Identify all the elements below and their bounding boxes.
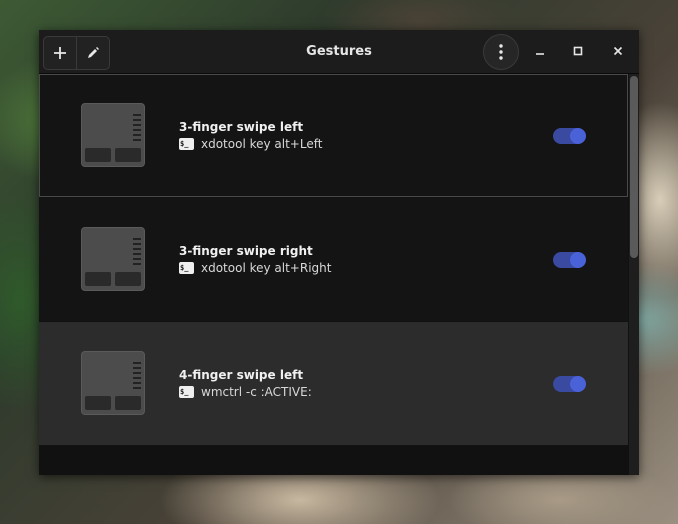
maximize-button[interactable]: [567, 40, 589, 62]
gesture-command-text: xdotool key alt+Right: [201, 261, 332, 275]
gesture-command: $_ xdotool key alt+Left: [179, 137, 322, 151]
headerbar: Gestures: [39, 30, 639, 74]
gesture-enabled-toggle[interactable]: [553, 128, 586, 144]
gesture-row-4-finger-swipe-left[interactable]: 4-finger swipe left $_ wmctrl -c :ACTIVE…: [39, 322, 628, 445]
gesture-command: $_ xdotool key alt+Right: [179, 261, 331, 275]
terminal-icon: $_: [179, 386, 194, 398]
gesture-name: 4-finger swipe left: [179, 368, 304, 382]
edit-button[interactable]: [76, 37, 109, 69]
minimize-icon: [536, 53, 544, 55]
pencil-icon: [88, 47, 99, 58]
touchpad-icon: [81, 227, 145, 291]
close-button[interactable]: [607, 40, 629, 62]
gesture-enabled-toggle[interactable]: [553, 252, 586, 268]
minimize-button[interactable]: [529, 40, 551, 62]
main-menu-button[interactable]: [483, 34, 519, 70]
terminal-icon: $_: [179, 262, 194, 274]
maximize-icon: [573, 46, 583, 56]
gesture-row-3-finger-swipe-right[interactable]: 3-finger swipe right $_ xdotool key alt+…: [39, 198, 628, 321]
gesture-command-text: wmctrl -c :ACTIVE:: [201, 385, 312, 399]
terminal-icon: $_: [179, 138, 194, 150]
gesture-row-3-finger-swipe-left[interactable]: 3-finger swipe left $_ xdotool key alt+L…: [39, 74, 628, 197]
gesture-name: 3-finger swipe right: [179, 244, 313, 258]
gesture-name: 3-finger swipe left: [179, 120, 304, 134]
close-icon: [613, 46, 623, 56]
kebab-menu-icon: [499, 44, 503, 60]
gestures-window: Gestures 3-finger swipe left $_ xdotool …: [39, 30, 639, 475]
headerbar-button-group: [43, 36, 110, 70]
gesture-command: $_ wmctrl -c :ACTIVE:: [179, 385, 312, 399]
gesture-command-text: xdotool key alt+Left: [201, 137, 323, 151]
touchpad-icon: [81, 103, 145, 167]
plus-icon: [54, 47, 66, 59]
vertical-scrollbar[interactable]: [629, 74, 639, 475]
touchpad-icon: [81, 351, 145, 415]
add-button[interactable]: [44, 37, 76, 69]
gesture-list: 3-finger swipe left $_ xdotool key alt+L…: [39, 74, 629, 475]
scrollbar-thumb[interactable]: [630, 76, 638, 258]
gesture-enabled-toggle[interactable]: [553, 376, 586, 392]
